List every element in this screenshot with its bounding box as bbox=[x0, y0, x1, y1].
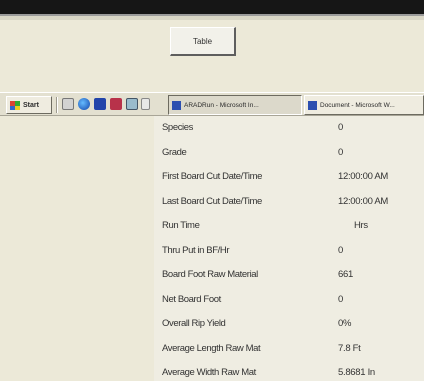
property-value: 0 bbox=[338, 146, 343, 158]
property-value: 0 bbox=[338, 244, 343, 256]
desktop-icon[interactable] bbox=[141, 98, 150, 110]
property-label: Species bbox=[162, 122, 193, 133]
task-label: ARADRun - Microsoft In... bbox=[184, 101, 259, 109]
property-value: Hrs bbox=[354, 220, 368, 231]
run-properties-table: Species 0 Grade 0 First Board Cut Date/T… bbox=[154, 116, 424, 381]
browser-window-icon bbox=[172, 100, 181, 110]
property-value: 12:00:00 AM bbox=[338, 171, 389, 182]
property-row: First Board Cut Date/Time 12:00:00 AM bbox=[154, 165, 424, 190]
window-frame-lip bbox=[0, 16, 424, 20]
property-value: 0% bbox=[338, 318, 352, 329]
property-label: Run Time bbox=[162, 220, 200, 231]
taskbar-task-document[interactable]: Document - Microsoft W... bbox=[304, 95, 424, 115]
media-player-icon[interactable] bbox=[94, 98, 106, 110]
taskbar: Start ARADRun - Microsoft In... Document… bbox=[0, 92, 424, 116]
start-button[interactable]: Start bbox=[6, 96, 52, 114]
property-value: 7.8 Ft bbox=[338, 342, 361, 354]
property-row: Last Board Cut Date/Time 12:00:00 AM bbox=[154, 190, 424, 215]
property-value: 661 bbox=[338, 269, 353, 280]
word-document-icon bbox=[308, 100, 317, 110]
property-row: Run Time Hrs bbox=[154, 214, 424, 239]
table-button[interactable]: Table bbox=[170, 27, 236, 56]
property-row: Overall Rip Yield 0% bbox=[154, 312, 424, 337]
property-row: Grade 0 bbox=[154, 141, 424, 166]
windows-logo-icon bbox=[10, 100, 20, 110]
network-icon[interactable] bbox=[126, 98, 138, 110]
property-label: Grade bbox=[162, 146, 187, 158]
property-row: Net Board Foot 0 bbox=[154, 288, 424, 313]
explorer-icon[interactable] bbox=[62, 98, 74, 110]
start-label: Start bbox=[23, 101, 39, 109]
property-label: Net Board Foot bbox=[162, 293, 221, 305]
property-value: 0 bbox=[338, 293, 343, 305]
ie-icon[interactable] bbox=[78, 98, 90, 110]
property-label: Average Length Raw Mat bbox=[162, 342, 261, 354]
property-label: First Board Cut Date/Time bbox=[162, 171, 262, 182]
property-row: Species 0 bbox=[154, 116, 424, 141]
property-label: Thru Put in BF/Hr bbox=[162, 244, 230, 256]
property-label: Board Foot Raw Material bbox=[162, 269, 258, 280]
property-label: Last Board Cut Date/Time bbox=[162, 195, 262, 207]
quick-launch-separator bbox=[56, 97, 58, 113]
property-value: 5.8681 In bbox=[338, 367, 375, 378]
window-bottom-frame bbox=[0, 0, 424, 20]
property-row: Thru Put in BF/Hr 0 bbox=[154, 239, 424, 264]
property-row: Board Foot Raw Material 661 bbox=[154, 263, 424, 288]
property-row: Average Length Raw Mat 7.8 Ft bbox=[154, 337, 424, 362]
task-label: Document - Microsoft W... bbox=[320, 101, 395, 109]
property-label: Average Width Raw Mat bbox=[162, 367, 256, 378]
property-value: 0 bbox=[338, 122, 343, 133]
word-icon[interactable] bbox=[110, 98, 122, 110]
property-value: 12:00:00 AM bbox=[338, 195, 389, 207]
taskbar-task-aradrun[interactable]: ARADRun - Microsoft In... bbox=[168, 95, 302, 115]
property-label: Overall Rip Yield bbox=[162, 318, 226, 329]
property-row: Average Width Raw Mat 5.8681 In bbox=[154, 361, 424, 381]
